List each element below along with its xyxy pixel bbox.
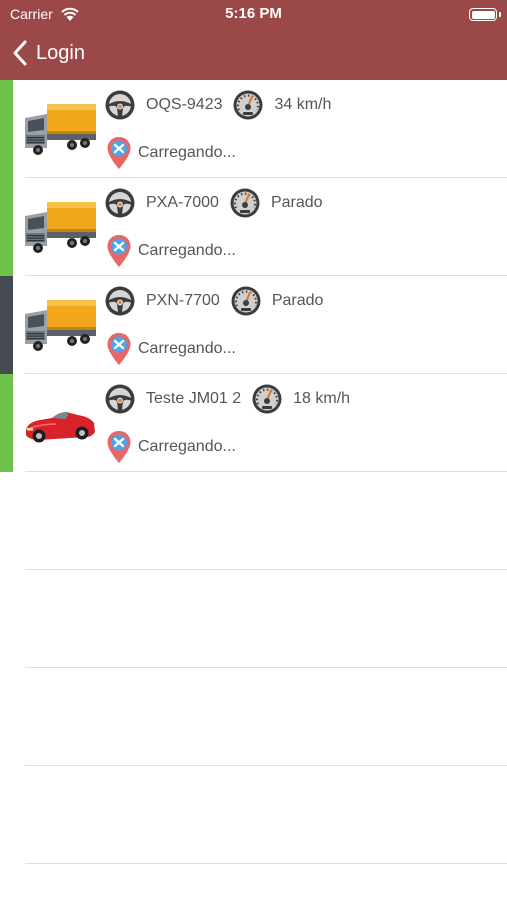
status-bar: Carrier 5:16 PM	[0, 0, 507, 28]
empty-row-separator	[25, 863, 507, 864]
back-button[interactable]: Login	[12, 38, 85, 68]
vehicle-address: Carregando...	[138, 242, 236, 259]
battery-icon	[469, 8, 497, 21]
speedometer-icon	[229, 187, 261, 219]
vehicle-list: OQS-9423 34 km/h Carregando... PXA-7000 …	[0, 80, 507, 472]
car-image	[22, 390, 98, 458]
vehicle-plate: Teste JM01 2	[146, 390, 242, 407]
steering-wheel-icon	[104, 89, 136, 121]
vehicle-row[interactable]: PXA-7000 Parado Carregando...	[0, 178, 507, 276]
status-indicator	[0, 178, 13, 276]
status-time: 5:16 PM	[225, 5, 282, 22]
back-button-label: Login	[36, 41, 85, 64]
battery-tip	[499, 12, 501, 17]
vehicle-speed: Parado	[270, 194, 323, 211]
steering-wheel-icon	[104, 187, 136, 219]
app-header: Carrier 5:16 PM Login	[0, 0, 507, 80]
status-indicator	[0, 80, 13, 178]
vehicle-speed: Parado	[271, 292, 324, 309]
speedometer-icon	[251, 383, 283, 415]
status-indicator	[0, 374, 13, 472]
empty-row-separator	[25, 667, 507, 668]
empty-row-separator	[25, 765, 507, 766]
truck-image	[22, 194, 98, 262]
vehicle-plate: OQS-9423	[146, 96, 223, 113]
vehicle-address: Carregando...	[138, 438, 236, 455]
location-pin-icon	[106, 332, 132, 366]
vehicle-plate: PXA-7000	[146, 194, 219, 211]
speedometer-icon	[232, 89, 264, 121]
vehicle-speed: 34 km/h	[274, 96, 332, 113]
vehicle-row[interactable]: Teste JM01 2 18 km/h Carregando...	[0, 374, 507, 472]
location-pin-icon	[106, 234, 132, 268]
vehicle-address: Carregando...	[138, 340, 236, 357]
chevron-left-icon	[13, 40, 27, 66]
steering-wheel-icon	[104, 285, 136, 317]
vehicle-row[interactable]: PXN-7700 Parado Carregando...	[0, 276, 507, 374]
truck-image	[22, 292, 98, 360]
vehicle-plate: PXN-7700	[146, 292, 220, 309]
status-indicator	[0, 276, 13, 374]
location-pin-icon	[106, 136, 132, 170]
vehicle-speed: 18 km/h	[293, 390, 351, 407]
speedometer-icon	[230, 285, 262, 317]
empty-row-separator	[25, 569, 507, 570]
vehicle-address: Carregando...	[138, 144, 236, 161]
truck-image	[22, 96, 98, 164]
row-separator	[25, 471, 507, 472]
vehicle-row[interactable]: OQS-9423 34 km/h Carregando...	[0, 80, 507, 178]
location-pin-icon	[106, 430, 132, 464]
steering-wheel-icon	[104, 383, 136, 415]
